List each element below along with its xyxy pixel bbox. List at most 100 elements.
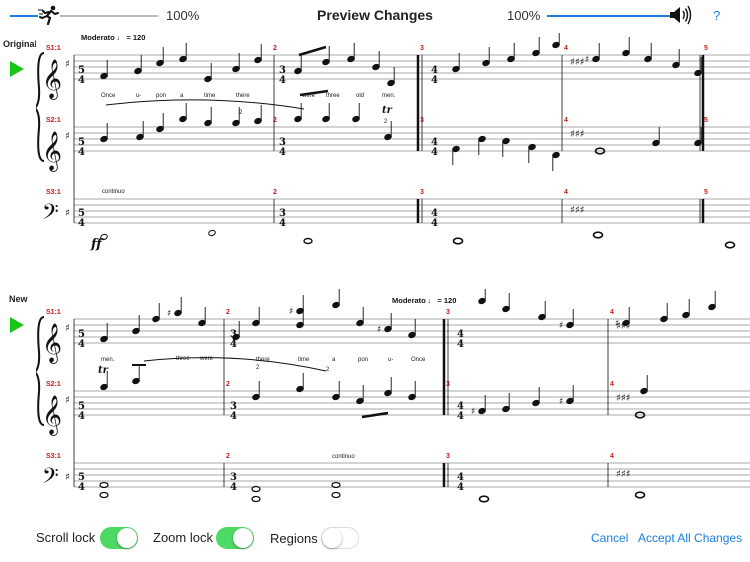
measure-number: 2 xyxy=(226,309,230,316)
time-signature: 4 xyxy=(78,482,85,493)
note-head xyxy=(208,229,216,237)
original-score[interactable]: Moderato ♩ = 120 S1:1 S2:1 S3:1 2 3 4 5 … xyxy=(33,29,750,257)
time-signature: 4 xyxy=(78,75,85,86)
sharp-accidental: ♯ xyxy=(585,55,589,65)
lyric: a xyxy=(180,93,184,99)
whole-note xyxy=(452,237,464,245)
time-signature: 4 xyxy=(78,339,85,350)
lyric: men. xyxy=(101,357,115,363)
treble-clef: 𝄞 xyxy=(42,323,62,364)
time-signature: 4 xyxy=(279,75,286,86)
treble-clef: 𝄞 xyxy=(42,59,62,100)
lyric: men. xyxy=(382,93,396,99)
treble-clef: 𝄞 xyxy=(42,395,62,436)
key-signature: ♯ xyxy=(65,131,70,142)
bass-clef: 𝄢 xyxy=(42,464,59,494)
measure-number: 3 xyxy=(446,309,450,316)
measure-number: 5 xyxy=(704,189,708,196)
staff-lines xyxy=(73,318,750,488)
lyric: pon xyxy=(156,93,166,99)
lyric: pon xyxy=(358,357,368,363)
measure-number: 5 xyxy=(704,45,708,52)
key-signature: ♯ xyxy=(65,472,70,483)
bass-clef: 𝄢 xyxy=(42,200,59,230)
measure-number: 4 xyxy=(610,453,614,460)
staff-label-s2: S2:1 xyxy=(46,381,61,388)
measure-number: 2 xyxy=(273,45,277,52)
key-signature: ♯♯♯ xyxy=(570,129,585,140)
original-tempo: Moderato ♩ = 120 xyxy=(81,33,145,42)
cancel-button[interactable]: Cancel xyxy=(591,531,628,545)
time-signature: 4 xyxy=(431,147,438,158)
lyric: three xyxy=(176,356,190,362)
scroll-lock-toggle[interactable] xyxy=(100,527,138,549)
whole-note xyxy=(724,241,736,249)
time-signature: 4 xyxy=(457,411,464,422)
sharp-accidental: ♯ xyxy=(471,407,475,417)
lyric: were xyxy=(301,93,316,99)
play-original-button[interactable] xyxy=(10,61,24,77)
new-score[interactable]: Moderato ♩ = 120 S1:1 S2:1 S3:1 2 3 4 2 … xyxy=(33,285,750,513)
original-label: Original xyxy=(3,39,38,49)
continuo-label: continuo xyxy=(102,189,125,195)
scroll-lock-label: Scroll lock xyxy=(36,530,96,545)
bottom-bar: Scroll lock Zoom lock Regions Cancel Acc… xyxy=(0,516,750,562)
measure-number: 2 xyxy=(273,189,277,196)
key-signature: ♯♯♯ xyxy=(616,393,631,404)
toggle-knob xyxy=(233,528,253,548)
regions-toggle[interactable] xyxy=(321,527,359,549)
whole-note xyxy=(478,495,490,503)
trill-mark: tr xyxy=(382,105,393,116)
measure-number: 3 xyxy=(420,189,424,196)
new-tempo: Moderato ♩ = 120 xyxy=(392,296,456,305)
whole-note xyxy=(592,231,604,239)
measure-number: 4 xyxy=(564,189,568,196)
key-signature: ♯ xyxy=(65,395,70,406)
lyric: Once xyxy=(101,93,116,99)
time-signature: 4 xyxy=(78,147,85,158)
time-signature: 4 xyxy=(230,482,237,493)
lyric: time xyxy=(298,357,310,363)
measure-number: 2 xyxy=(226,453,230,460)
toggle-knob xyxy=(117,528,137,548)
lyric: there xyxy=(236,93,250,99)
key-signature: ♯ xyxy=(65,208,70,219)
zoom-lock-toggle[interactable] xyxy=(216,527,254,549)
time-signature: 4 xyxy=(431,218,438,229)
help-button[interactable]: ? xyxy=(713,8,720,23)
speaker-icon[interactable] xyxy=(669,5,693,25)
continuo-label: continuo xyxy=(332,454,355,460)
treble-clef: 𝄞 xyxy=(42,131,62,172)
new-label: New xyxy=(9,294,28,304)
accept-all-changes-button[interactable]: Accept All Changes xyxy=(638,531,742,545)
play-new-button[interactable] xyxy=(10,317,24,333)
measure-number: 3 xyxy=(446,453,450,460)
measure-number: 4 xyxy=(564,117,568,124)
measure-number: 4 xyxy=(610,309,614,316)
key-signature: ♯ xyxy=(65,59,70,70)
time-signature: 4 xyxy=(78,411,85,422)
measure-number: 2 xyxy=(226,381,230,388)
trill-number: 2 xyxy=(384,119,388,125)
lyric: a xyxy=(332,357,336,363)
lyric: Once xyxy=(411,357,426,363)
measure-number: 3 xyxy=(420,45,424,52)
lyric: u- xyxy=(136,93,141,99)
measure-number: 4 xyxy=(610,381,614,388)
trill-mark: tr xyxy=(98,365,109,376)
tuplet-number: 2 xyxy=(256,365,260,371)
key-signature: ♯ xyxy=(65,323,70,334)
staff-label-s1: S1:1 xyxy=(46,309,61,316)
time-signature: 4 xyxy=(457,482,464,493)
staff-label-s3: S3:1 xyxy=(46,189,61,196)
whole-note xyxy=(634,491,646,499)
lyric: u- xyxy=(388,357,393,363)
key-signature: ♯♯♯ xyxy=(570,205,585,216)
toggle-knob xyxy=(322,528,342,548)
measure-number: 5 xyxy=(704,117,708,124)
sharp-accidental: ♯ xyxy=(615,319,619,329)
staff-label-s2: S2:1 xyxy=(46,117,61,124)
volume-slider-fill[interactable] xyxy=(547,15,671,17)
sharp-accidental: ♯ xyxy=(289,307,293,317)
top-bar: 100% Preview Changes 100% ? xyxy=(0,0,750,32)
